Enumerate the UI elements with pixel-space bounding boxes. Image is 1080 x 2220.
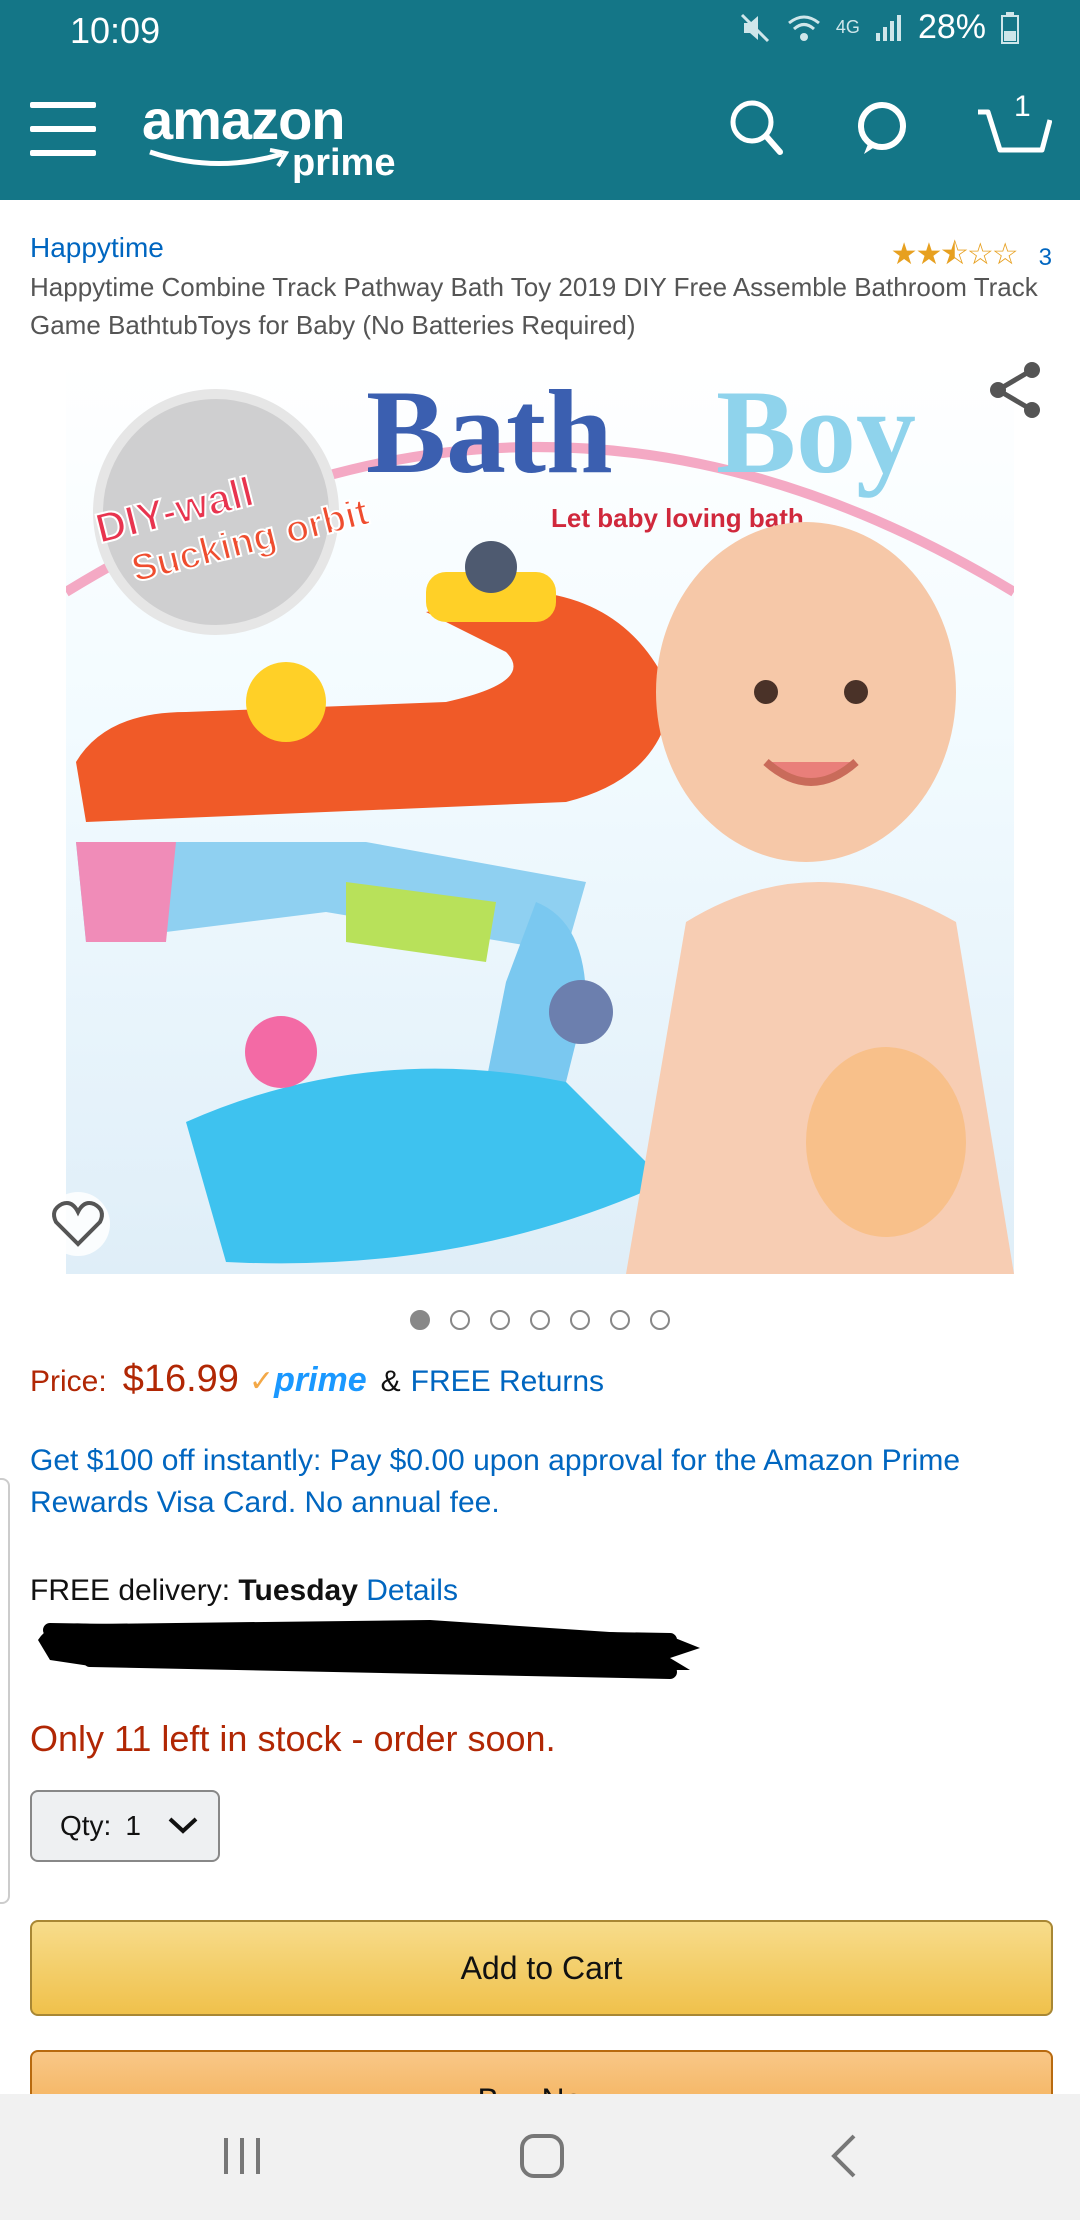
wishlist-heart-icon[interactable] — [46, 1192, 110, 1261]
wifi-icon — [786, 11, 822, 45]
alexa-icon[interactable] — [854, 98, 910, 163]
battery-percent: 28% — [917, 8, 986, 46]
carousel-dot[interactable] — [410, 1310, 430, 1330]
quantity-dropdown[interactable]: Qty: 1 — [30, 1790, 220, 1862]
cart-icon[interactable]: 1 — [976, 90, 1053, 165]
side-panel-handle[interactable] — [0, 1478, 10, 1904]
price-label: Price: — [30, 1365, 107, 1398]
battery-icon — [1000, 11, 1020, 45]
carousel-dot[interactable] — [490, 1310, 510, 1330]
mute-icon — [738, 11, 772, 45]
network-type-label: 4G — [835, 17, 860, 37]
stock-warning: Only 11 left in stock - order soon. — [30, 1718, 556, 1759]
carousel-dot[interactable] — [650, 1310, 670, 1330]
prime-check-icon: ✓ — [248, 1365, 275, 1398]
app-header: amazon prime 1 — [0, 62, 1080, 200]
logo-text-amazon: amazon — [142, 88, 345, 151]
add-to-cart-button[interactable]: Add to Cart — [30, 1920, 1053, 2016]
recent-apps-icon[interactable] — [220, 2132, 264, 2185]
amazon-prime-logo[interactable]: amazon prime — [142, 88, 395, 185]
visa-card-promo-link[interactable]: Get $100 off instantly: Pay $0.00 upon a… — [30, 1440, 1060, 1524]
carousel-dot[interactable] — [450, 1310, 470, 1330]
qty-value: 1 — [125, 1810, 141, 1841]
carousel-dot[interactable] — [610, 1310, 630, 1330]
redaction-scribble — [30, 1600, 710, 1695]
cart-count: 1 — [1014, 90, 1031, 123]
prime-badge: ✓ prime — [249, 1361, 367, 1400]
carousel-dots[interactable] — [410, 1310, 670, 1330]
headline-bath: Bath — [366, 365, 613, 498]
back-icon[interactable] — [826, 2132, 862, 2185]
price-value: $16.99 — [122, 1358, 239, 1400]
search-icon[interactable] — [728, 98, 784, 163]
qty-label: Qty: — [60, 1810, 112, 1841]
chevron-down-icon — [167, 1810, 199, 1842]
headline-boy: Boy — [716, 365, 916, 498]
carousel-dot[interactable] — [570, 1310, 590, 1330]
home-icon[interactable] — [518, 2132, 566, 2185]
product-title: Happytime Combine Track Pathway Bath Toy… — [30, 272, 1038, 340]
ampersand: & — [380, 1365, 401, 1398]
status-bar: 10:09 4G 28% — [0, 0, 1080, 62]
signal-icon — [874, 13, 904, 43]
product-image[interactable]: Bath Boy Let baby loving bath DIY-wall S… — [66, 362, 1014, 1274]
free-returns-link[interactable]: FREE Returns — [411, 1365, 604, 1399]
system-nav-bar — [0, 2094, 1080, 2220]
carousel-dot[interactable] — [530, 1310, 550, 1330]
prime-text: prime — [274, 1361, 367, 1399]
status-time: 10:09 — [70, 10, 161, 51]
brand-link[interactable]: Happytime — [30, 232, 164, 264]
logo-text-prime: prime — [292, 142, 396, 184]
share-icon[interactable] — [986, 360, 1046, 425]
amazon-smile-icon — [149, 148, 290, 168]
hamburger-menu-icon[interactable] — [30, 102, 96, 158]
status-icons: 4G 28% — [738, 8, 1020, 47]
price-row: Price: $16.99 ✓ prime & FREE Returns — [30, 1358, 604, 1401]
product-image-illustration: Bath Boy Let baby loving bath DIY-wall S… — [66, 365, 1014, 1274]
